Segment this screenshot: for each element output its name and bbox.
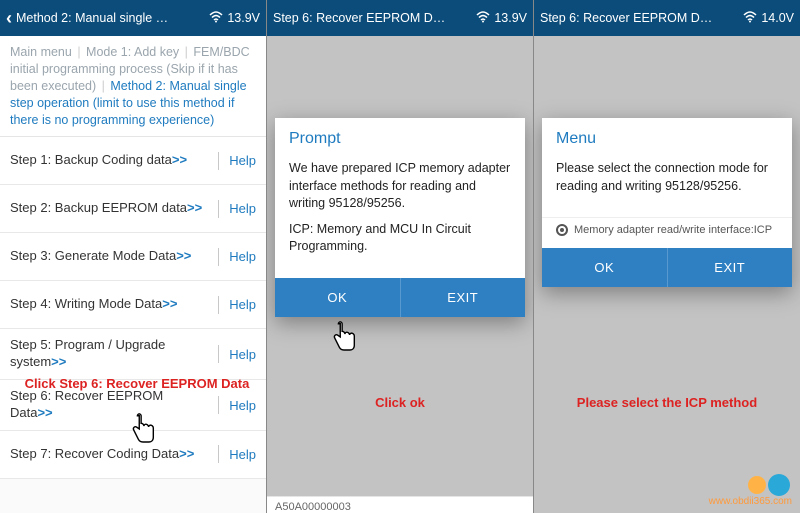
dialog-text-2: ICP: Memory and MCU In Circuit Programmi… xyxy=(289,221,511,256)
exit-button[interactable]: EXIT xyxy=(400,278,526,317)
dialog-text-1: Please select the connection mode for re… xyxy=(556,160,778,195)
step-label: Step 5: Program / Upgrade system>> xyxy=(10,337,208,371)
prompt-dialog: Prompt We have prepared ICP memory adapt… xyxy=(275,118,525,317)
vertical-divider xyxy=(218,396,219,414)
panel-left: ‹ Method 2: Manual single … 13.9V Main m… xyxy=(0,0,267,513)
ok-button[interactable]: OK xyxy=(542,248,667,287)
step-row[interactable]: Step 5: Program / Upgrade system>> Help xyxy=(0,329,266,380)
voltage-label: 13.9V xyxy=(494,11,527,25)
header-title: Step 6: Recover EEPROM D… xyxy=(273,11,472,25)
header-bar: Step 6: Recover EEPROM D… 13.9V xyxy=(267,0,533,36)
help-link[interactable]: Help xyxy=(229,347,256,362)
dialog-title: Prompt xyxy=(275,118,525,156)
annotation-text: Click Step 6: Recover EEPROM Data xyxy=(12,376,262,391)
exit-button[interactable]: EXIT xyxy=(667,248,793,287)
help-link[interactable]: Help xyxy=(229,153,256,168)
step-row[interactable]: Step 4: Writing Mode Data>> Help xyxy=(0,281,266,329)
step-list: Step 1: Backup Coding data>>HelpStep 2: … xyxy=(0,137,266,479)
watermark-text: www.obdii365.com xyxy=(709,496,792,507)
breadcrumb: Main menu | Mode 1: Add key | FEM/BDC in… xyxy=(0,36,266,137)
watermark: www.obdii365.com xyxy=(709,474,792,507)
help-link[interactable]: Help xyxy=(229,201,256,216)
crumb[interactable]: Main menu xyxy=(10,45,72,59)
dialog-text-1: We have prepared ICP memory adapter inte… xyxy=(289,160,511,213)
crumb[interactable]: Mode 1: Add key xyxy=(86,45,179,59)
vertical-divider xyxy=(218,445,219,463)
back-icon[interactable]: ‹ xyxy=(6,8,12,29)
help-link[interactable]: Help xyxy=(229,297,256,312)
step-label: Step 6: Recover EEPROM Data>> xyxy=(10,388,208,422)
step-row[interactable]: Step 7: Recover Coding Data>> Help xyxy=(0,431,266,479)
step-label: Step 1: Backup Coding data>> xyxy=(10,152,208,169)
header-bar: Step 6: Recover EEPROM D… 14.0V xyxy=(534,0,800,36)
annotation-text: Click ok xyxy=(267,395,533,410)
radio-label: Memory adapter read/write interface:ICP xyxy=(574,224,772,236)
vertical-divider xyxy=(218,296,219,314)
step-row[interactable]: Step 1: Backup Coding data>> Help xyxy=(0,137,266,185)
dialog-title: Menu xyxy=(542,118,792,156)
vertical-divider xyxy=(218,152,219,170)
step-row[interactable]: Step 3: Generate Mode Data>> Help xyxy=(0,233,266,281)
dialog-body: We have prepared ICP memory adapter inte… xyxy=(275,156,525,278)
three-panel-container: ‹ Method 2: Manual single … 13.9V Main m… xyxy=(0,0,800,513)
voltage-label: 14.0V xyxy=(761,11,794,25)
help-link[interactable]: Help xyxy=(229,447,256,462)
wifi-icon xyxy=(476,11,490,26)
ok-button[interactable]: OK xyxy=(275,278,400,317)
header-title: Step 6: Recover EEPROM D… xyxy=(540,11,739,25)
dialog-button-row: OK EXIT xyxy=(275,278,525,317)
panel-middle: Step 6: Recover EEPROM D… 13.9V Prompt W… xyxy=(267,0,534,513)
header-bar: ‹ Method 2: Manual single … 13.9V xyxy=(0,0,266,36)
crumb-divider: | xyxy=(74,45,84,59)
vertical-divider xyxy=(218,248,219,266)
step-label: Step 7: Recover Coding Data>> xyxy=(10,446,208,463)
vertical-divider xyxy=(218,345,219,363)
dialog-button-row: OK EXIT xyxy=(542,248,792,287)
header-title: Method 2: Manual single … xyxy=(16,11,205,25)
help-link[interactable]: Help xyxy=(229,398,256,413)
serial-label: A50A00000003 xyxy=(267,496,533,513)
wifi-icon xyxy=(209,11,223,26)
step-row[interactable]: Step 2: Backup EEPROM data>> Help xyxy=(0,185,266,233)
panel-right: Step 6: Recover EEPROM D… 14.0V Menu Ple… xyxy=(534,0,800,513)
step-label: Step 4: Writing Mode Data>> xyxy=(10,296,208,313)
radio-option[interactable]: Memory adapter read/write interface:ICP xyxy=(542,217,792,248)
wifi-icon xyxy=(743,11,757,26)
annotation-text: Please select the ICP method xyxy=(534,395,800,410)
menu-dialog: Menu Please select the connection mode f… xyxy=(542,118,792,287)
radio-icon xyxy=(556,224,568,236)
step-label: Step 2: Backup EEPROM data>> xyxy=(10,200,208,217)
vertical-divider xyxy=(218,200,219,218)
step-label: Step 3: Generate Mode Data>> xyxy=(10,248,208,265)
voltage-label: 13.9V xyxy=(227,11,260,25)
crumb-divider: | xyxy=(98,79,108,93)
dialog-body: Please select the connection mode for re… xyxy=(542,156,792,217)
crumb-divider: | xyxy=(181,45,191,59)
help-link[interactable]: Help xyxy=(229,249,256,264)
